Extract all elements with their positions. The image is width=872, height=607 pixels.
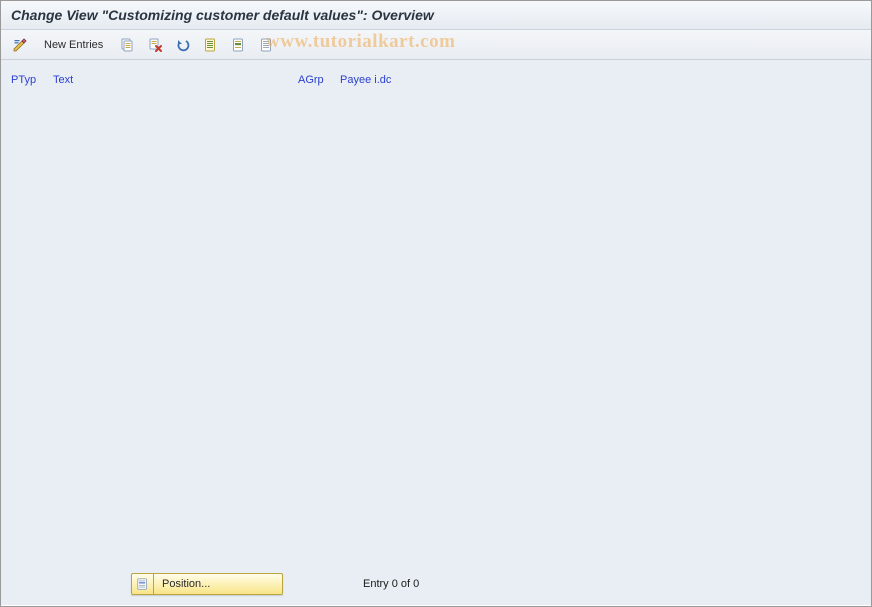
title-bar: Change View "Customizing customer defaul… [1, 1, 871, 30]
undo-change-icon[interactable] [172, 35, 194, 55]
new-entries-button[interactable]: New Entries [37, 36, 110, 54]
select-block-icon[interactable] [228, 35, 250, 55]
column-payee[interactable]: Payee i.dc [340, 74, 391, 86]
content-area: PTyp Text AGrp Payee i.dc Position... En… [1, 60, 871, 605]
footer-bar: Position... Entry 0 of 0 [1, 573, 871, 595]
toolbar: New Entries [1, 30, 871, 60]
change-display-icon[interactable] [9, 35, 31, 55]
page-title: Change View "Customizing customer defaul… [11, 7, 434, 23]
select-all-icon[interactable] [200, 35, 222, 55]
deselect-all-icon[interactable] [256, 35, 278, 55]
watermark-text: www.tutorialkart.com [266, 31, 455, 53]
delete-icon[interactable] [144, 35, 166, 55]
column-ptyp[interactable]: PTyp [11, 74, 53, 86]
position-button-wrapper: Position... [131, 573, 283, 595]
column-headers: PTyp Text AGrp Payee i.dc [11, 74, 861, 86]
copy-as-icon[interactable] [116, 35, 138, 55]
entry-count: Entry 0 of 0 [363, 578, 419, 590]
position-button[interactable]: Position... [153, 573, 283, 595]
position-icon[interactable] [131, 573, 153, 595]
column-agrp[interactable]: AGrp [298, 74, 340, 86]
column-text[interactable]: Text [53, 74, 298, 86]
